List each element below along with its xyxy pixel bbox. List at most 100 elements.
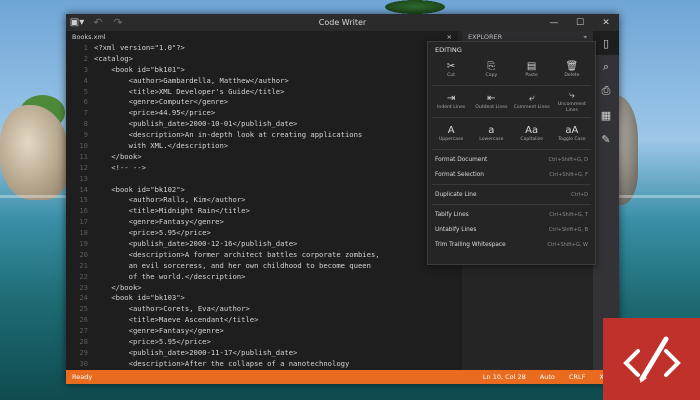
code-text: <title>Maeve Ascendant</title> xyxy=(94,315,259,325)
code-line: 8 <publish_date>2000-10-01</publish_date… xyxy=(66,119,458,130)
code-line: 25 <author>Corets, Eva</author> xyxy=(66,304,458,315)
button-label: Comment Lines xyxy=(513,104,550,110)
code-line: 15 <author>Ralls, Kim</author> xyxy=(66,195,458,206)
line-number: 5 xyxy=(83,86,88,96)
undo-icon[interactable]: ↶ xyxy=(88,16,108,29)
line-number: 4 xyxy=(83,75,88,85)
line-number: 22 xyxy=(79,271,88,281)
chart-icon[interactable]: ▦ xyxy=(593,103,619,127)
minimize-button[interactable]: — xyxy=(541,14,567,31)
pencil-icon[interactable]: ✎ xyxy=(593,127,619,151)
button-label: Indent Lines xyxy=(437,104,466,110)
button-label: Uppercase xyxy=(438,136,464,142)
edit-copy-button[interactable]: ⎘ Copy xyxy=(471,56,511,83)
menu-item-shortcut: Ctrl+D xyxy=(571,191,588,198)
edit-delete-button[interactable]: 🗑 Delete xyxy=(552,56,592,83)
code-editor[interactable]: 1 <?xml version="1.0"?> 2 <catalog> 3 <book … xyxy=(66,43,458,370)
code-text: <title>XML Developer's Guide</title> xyxy=(94,86,285,96)
code-text: <genre>Fantasy</genre> xyxy=(94,326,224,336)
line-number: 18 xyxy=(79,228,88,238)
menu-item-format-selection[interactable]: Format Selection Ctrl+Shift+G, F xyxy=(428,167,595,182)
line-number: 9 xyxy=(83,130,88,140)
menu-item-tabify-lines[interactable]: Tabify Lines Ctrl+Shift+G, T xyxy=(428,207,595,222)
code-text: <publish_date>2000-12-16</publish_date> xyxy=(94,239,298,249)
code-line: 5 <title>XML Developer's Guide</title> xyxy=(66,87,458,98)
menu-item-label: Untabify Lines xyxy=(435,226,477,233)
line-number: 3 xyxy=(83,64,88,74)
menu-item-untabify-lines[interactable]: Untabify Lines Ctrl+Shift+G, B xyxy=(428,222,595,237)
maximize-button[interactable]: ☐ xyxy=(567,14,593,31)
button-label: Lowercase xyxy=(479,136,504,142)
line-number: 26 xyxy=(79,315,88,325)
redo-icon[interactable]: ↷ xyxy=(108,16,128,29)
editing-menu: EDITING ✂ Cut ⎘ Copy ▤ Paste 🗑 Delete ⇥ Indent L… xyxy=(427,41,596,265)
code-text: </book> xyxy=(94,151,142,161)
tab-close-icon[interactable]: × xyxy=(447,33,452,41)
line-number: 16 xyxy=(79,206,88,216)
menu-item-label: Format Selection xyxy=(435,171,484,178)
edit-comment-lines-button[interactable]: ⤶ Comment Lines xyxy=(512,88,552,115)
edit-lowercase-button[interactable]: a Lowercase xyxy=(471,120,511,147)
line-number: 13 xyxy=(79,173,88,183)
code-line: 14 <book id="bk102"> xyxy=(66,185,458,196)
edit-cut-button[interactable]: ✂ Cut xyxy=(431,56,471,83)
line-endings-selector[interactable]: CRLF xyxy=(569,373,585,381)
button-label: Capitalize xyxy=(520,136,543,142)
separator xyxy=(432,204,591,205)
menu-item-shortcut: Ctrl+Shift+G, W xyxy=(547,241,588,248)
edit-outdent-lines-button[interactable]: ⇤ Outdent Lines xyxy=(471,88,511,115)
print-icon[interactable]: ⎙ xyxy=(593,79,619,103)
edit-toggle-case-button[interactable]: aA Toggle Case xyxy=(552,120,592,147)
delete-icon: 🗑 xyxy=(565,60,579,72)
code-text: <description>A former architect battles … xyxy=(94,249,380,259)
code-text: <book id="bk102"> xyxy=(94,184,185,194)
paste-icon: ▤ xyxy=(526,60,537,72)
cut-icon: ✂ xyxy=(446,60,456,72)
close-button[interactable]: ✕ xyxy=(593,14,619,31)
line-number: 14 xyxy=(79,184,88,194)
encoding-selector[interactable]: Auto xyxy=(540,373,555,381)
code-text: <price>5.95</price> xyxy=(94,228,211,238)
document-icon[interactable]: ▯ xyxy=(593,31,619,55)
cursor-position[interactable]: Ln 10, Col 28 xyxy=(483,373,526,381)
line-number: 24 xyxy=(79,293,88,303)
edit-uncomment-lines-button[interactable]: ⤷ Uncomment Lines xyxy=(552,88,592,115)
code-text: <publish_date>2000-10-01</publish_date> xyxy=(94,119,298,129)
code-text: <catalog> xyxy=(94,53,133,63)
code-text: <author>Ralls, Kim</author> xyxy=(94,195,246,205)
button-label: Toggle Case xyxy=(558,136,586,142)
code-line: 10 with XML.</description> xyxy=(66,141,458,152)
code-text: <book id="bk101"> xyxy=(94,64,185,74)
code-line: 3 <book id="bk101"> xyxy=(66,65,458,76)
menu-item-trim-trailing-whitespace[interactable]: Trim Trailing Whitespace Ctrl+Shift+G, W xyxy=(428,237,595,252)
edit-indent-lines-button[interactable]: ⇥ Indent Lines xyxy=(431,88,471,115)
code-text: <description>After the collapse of a nan… xyxy=(94,358,350,368)
menu-item-duplicate-line[interactable]: Duplicate Line Ctrl+D xyxy=(428,187,595,202)
code-line: 7 <price>44.95</price> xyxy=(66,108,458,119)
button-label: Copy xyxy=(485,72,498,78)
button-label: Uncomment Lines xyxy=(557,102,586,113)
code-line: 13 xyxy=(66,174,458,185)
code-line: 12 <!-- --> xyxy=(66,163,458,174)
menu-item-format-document[interactable]: Format Document Ctrl+Shift+G, D xyxy=(428,152,595,167)
code-text: <genre>Computer</genre> xyxy=(94,97,229,107)
comment-lines-icon: ⤶ xyxy=(528,92,535,104)
line-number: 20 xyxy=(79,249,88,259)
edit-uppercase-button[interactable]: A Uppercase xyxy=(431,120,471,147)
code-text: <price>44.95</price> xyxy=(94,108,216,118)
code-line: 24 <book id="bk103"> xyxy=(66,293,458,304)
editing-menu-title: EDITING xyxy=(435,46,462,54)
edit-capitalize-button[interactable]: Aa Capitalize xyxy=(512,120,552,147)
code-line: 16 <title>Midnight Rain</title> xyxy=(66,206,458,217)
line-number: 21 xyxy=(79,260,88,270)
code-line: 2 <catalog> xyxy=(66,54,458,65)
edit-paste-button[interactable]: ▤ Paste xyxy=(512,56,552,83)
line-number: 29 xyxy=(79,347,88,357)
search-icon[interactable]: ⌕ xyxy=(593,55,619,79)
title-bar: ▣▾ ↶ ↷ Code Writer — ☐ ✕ xyxy=(66,14,619,31)
app-menu-icon[interactable]: ▣▾ xyxy=(66,17,88,28)
line-number: 11 xyxy=(79,151,88,161)
tab-books-xml[interactable]: Books.xml × xyxy=(66,31,458,43)
status-bar: Ready Ln 10, Col 28 Auto CRLF XML xyxy=(66,370,619,384)
line-number: 27 xyxy=(79,326,88,336)
